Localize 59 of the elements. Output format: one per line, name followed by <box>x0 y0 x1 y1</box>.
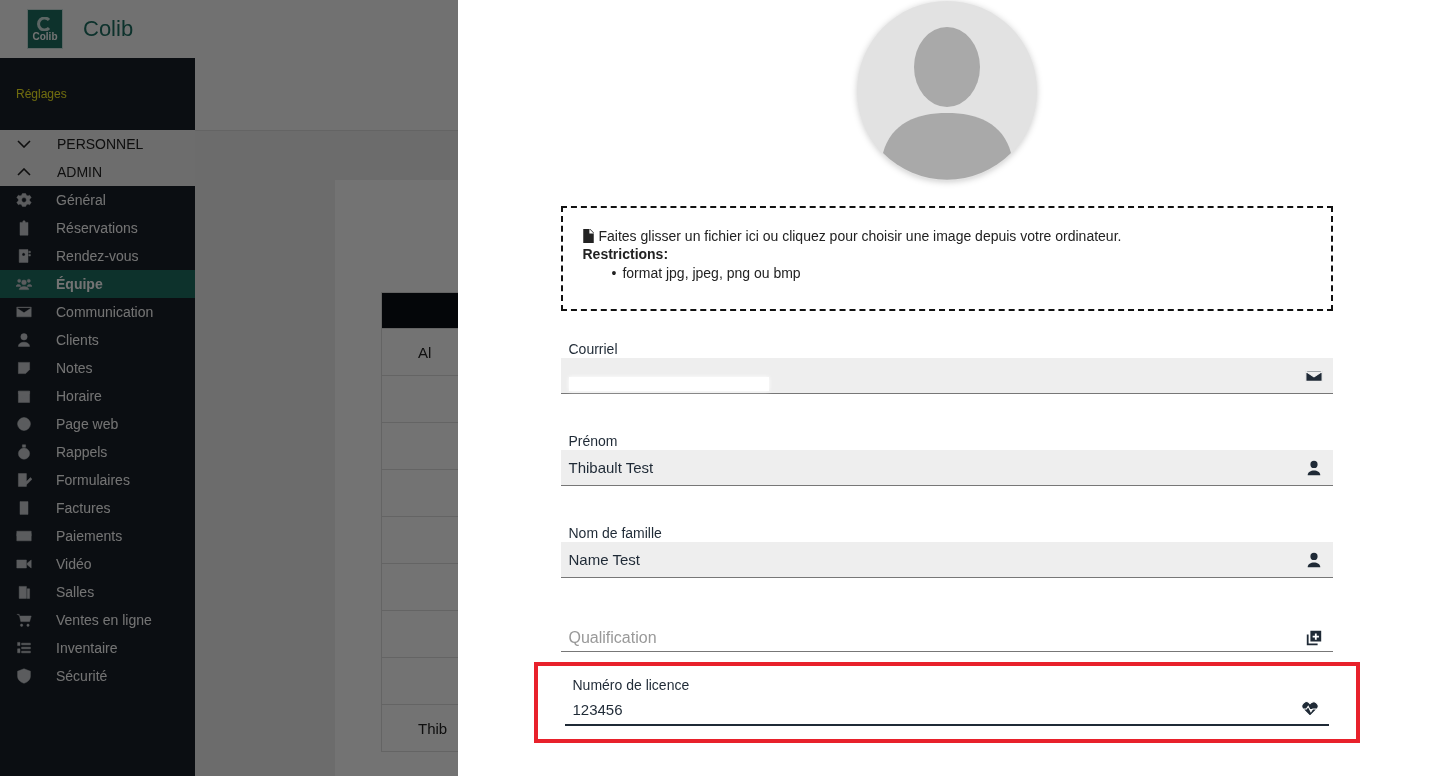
video-camera-icon <box>16 556 32 572</box>
cart-icon <box>16 612 32 628</box>
input-field[interactable] <box>560 358 1333 394</box>
shield-icon <box>16 668 32 684</box>
sidebar-item[interactable]: Ventes en ligne <box>0 606 195 634</box>
input-field[interactable]: Qualification <box>560 624 1333 652</box>
field-label: Prénom <box>567 433 618 449</box>
sidebar-title: Réglages <box>16 87 67 101</box>
sidebar-item[interactable]: Factures <box>0 494 195 522</box>
envelope-icon <box>16 304 32 320</box>
copy-plus-icon <box>1304 628 1323 647</box>
document-icon <box>16 500 32 516</box>
field-label: Courriel <box>567 341 618 357</box>
chevron-up-icon <box>17 168 31 176</box>
restriction-item: format jpg, jpeg, png ou bmp <box>622 265 801 281</box>
input-field[interactable]: Name Test <box>560 542 1333 578</box>
sidebar-section[interactable]: ADMIN <box>0 158 195 186</box>
dropzone-text: Faites glisser un fichier ici ou cliquez pour choisir une image depuis votre ordinateur. <box>598 228 1122 244</box>
contact-card-icon <box>16 248 32 264</box>
sidebar-item[interactable]: Rappels <box>0 438 195 466</box>
table-cell: Al <box>418 343 432 361</box>
brand-name: Colib <box>83 16 134 42</box>
sidebar-item[interactable]: Vidéo <box>0 550 195 578</box>
file-dropzone[interactable]: Faites glisser un fichier ici ou cliquez pour choisir une image depuis votre ordinateur. Restrictions: • format jpg, jpeg, png ou bmp <box>560 206 1333 311</box>
sidebar-item[interactable]: Notes <box>0 354 195 382</box>
table-cell: Thib <box>418 719 448 737</box>
bullet: • <box>611 265 617 281</box>
restrictions-title: Restrictions: <box>582 246 670 262</box>
field-label: Nom de famille <box>567 525 662 541</box>
sidebar-item[interactable]: Inventaire <box>0 634 195 662</box>
sidebar-item[interactable]: Équipe <box>0 270 195 298</box>
sidebar-item[interactable]: Formulaires <box>0 466 195 494</box>
sidebar-section[interactable]: PERSONNEL <box>0 130 195 158</box>
stopwatch-icon <box>16 444 32 460</box>
note-icon <box>16 360 32 376</box>
pen-document-icon <box>16 472 32 488</box>
field-label: Numéro de licence <box>571 677 690 693</box>
sidebar-item[interactable]: Horaire <box>0 382 195 410</box>
input-field[interactable]: 123456 <box>564 694 1329 726</box>
chevron-down-icon <box>17 140 31 148</box>
person-icon <box>16 332 32 348</box>
numbered-list-icon <box>16 640 32 656</box>
sidebar-item[interactable]: Clients <box>0 326 195 354</box>
sidebar-item[interactable]: Salles <box>0 578 195 606</box>
sidebar-item[interactable]: Page web <box>0 410 195 438</box>
sidebar-item[interactable]: Communication <box>0 298 195 326</box>
sidebar-item[interactable]: Rendez-vous <box>0 242 195 270</box>
input-field[interactable]: Thibault Test <box>560 450 1333 486</box>
file-icon <box>582 229 594 243</box>
gear-icon <box>16 192 32 208</box>
card-icon <box>16 528 32 544</box>
sidebar-item[interactable]: Sécurité <box>0 662 195 690</box>
sidebar-item[interactable]: Réservations <box>0 214 195 242</box>
clipboard-icon <box>16 220 32 236</box>
logo-icon: Colib <box>27 9 63 49</box>
heartbeat-icon <box>1300 700 1319 718</box>
sidebar-item[interactable]: Général <box>0 186 195 214</box>
sidebar-item[interactable]: Paiements <box>0 522 195 550</box>
users-icon <box>16 276 32 292</box>
